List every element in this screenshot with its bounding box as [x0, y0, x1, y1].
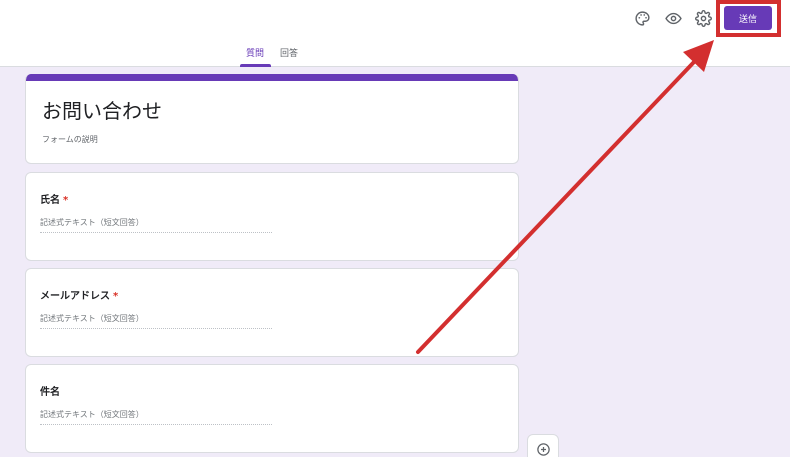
eye-icon[interactable]: [664, 9, 682, 27]
question-title-text: 件名: [40, 387, 60, 398]
question-title: メールアドレス *: [40, 287, 118, 302]
card-accent: [26, 74, 518, 81]
top-bar: 送信 質問 回答: [0, 0, 790, 67]
required-mark: *: [113, 291, 119, 302]
tab-bar: 質問 回答: [0, 48, 790, 67]
question-card-name[interactable]: 氏名 * 記述式テキスト（短文回答）: [25, 172, 519, 261]
form-description[interactable]: フォームの説明: [42, 134, 98, 145]
question-title: 件名: [40, 383, 60, 398]
question-title-text: メールアドレス: [40, 291, 110, 302]
form-header-card[interactable]: お問い合わせ フォームの説明: [25, 74, 519, 164]
question-title: 氏名 *: [40, 191, 68, 206]
send-button[interactable]: 送信: [724, 6, 772, 30]
tab-responses[interactable]: 回答: [280, 48, 298, 67]
question-card-email[interactable]: メールアドレス * 記述式テキスト（短文回答）: [25, 268, 519, 357]
short-answer-placeholder: 記述式テキスト（短文回答）: [40, 409, 272, 425]
question-card-subject[interactable]: 件名 記述式テキスト（短文回答）: [25, 364, 519, 453]
gear-icon[interactable]: [694, 9, 712, 27]
form-title[interactable]: お問い合わせ: [42, 95, 162, 124]
active-tab-indicator: [240, 64, 271, 67]
add-question-button[interactable]: [527, 434, 559, 457]
short-answer-placeholder: 記述式テキスト（短文回答）: [40, 313, 272, 329]
question-title-text: 氏名: [40, 195, 60, 206]
short-answer-placeholder: 記述式テキスト（短文回答）: [40, 217, 272, 233]
palette-icon[interactable]: [633, 9, 651, 27]
add-circle-icon: [536, 443, 550, 456]
required-mark: *: [63, 195, 69, 206]
